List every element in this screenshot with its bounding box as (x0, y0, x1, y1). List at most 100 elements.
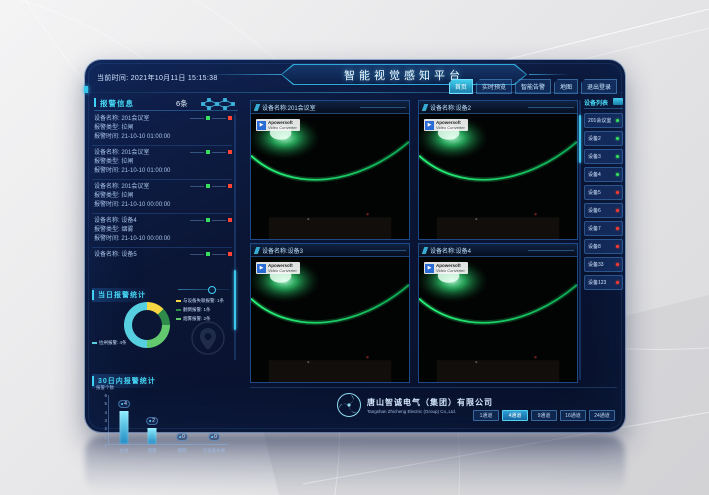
channel-9-button[interactable]: 9通道 (531, 410, 557, 421)
device-list-item[interactable]: 设备7 (584, 221, 623, 236)
y-tick: 1 (98, 435, 107, 440)
slash-icon (422, 247, 429, 254)
device-name: 设备7 (588, 225, 601, 232)
device-list-item[interactable]: 设备5 (584, 185, 623, 200)
status-dot (616, 263, 619, 266)
legend-chip (92, 342, 97, 344)
section-accent-bar (94, 98, 96, 107)
device-list-item[interactable]: 设备33 (584, 257, 623, 272)
today-alarm-title: 当日报警统计 (92, 288, 152, 302)
footer: 唐山智诚电气（集团）有限公司 Tangshan Zhicheng Electri… (250, 387, 617, 427)
header-divider (85, 92, 625, 93)
status-dot (616, 173, 619, 176)
device-list-panel: 设备列表 201会议室 设备2 设备3 设备4 设备5 设备6 设备7 设备8 … (584, 96, 623, 290)
video-tile[interactable]: 设备名称:设备4 ▶ (418, 243, 578, 383)
device-list-item[interactable]: 设备6 (584, 203, 623, 218)
device-name: 设备2 (588, 135, 601, 142)
today-alarm-donut (124, 302, 170, 348)
device-list-item[interactable]: 设备8 (584, 239, 623, 254)
desktop-background: 当前时间: 2021年10月11日 15:15:38 智能视觉感知平台 首页 实… (0, 0, 709, 495)
company-block: 唐山智诚电气（集团）有限公司 Tangshan Zhicheng Electri… (336, 392, 493, 418)
device-list-item[interactable]: 设备2 (584, 131, 623, 146)
device-name: 设备5 (588, 189, 601, 196)
video-feed[interactable]: ▶ Apowersoft Video Converter (419, 257, 577, 382)
bar (120, 411, 129, 444)
device-list-item[interactable]: 设备3 (584, 149, 623, 164)
x-tick: 拉闸 (120, 448, 129, 454)
channel-switcher: 1通道 4通道 9通道 16通道 24通道 (473, 410, 615, 421)
company-name-cn: 唐山智诚电气（集团）有限公司 (367, 397, 493, 408)
alarm-card[interactable]: 设备名称: 设备5 (92, 248, 232, 261)
y-tick: 0 (98, 443, 107, 448)
converter-icon: ▶ (425, 121, 434, 130)
device-items: 201会议室 设备2 设备3 设备4 设备5 设备6 设备7 设备8 设备33 … (584, 113, 623, 290)
legend-label: 拉闸报警: 4条 (99, 340, 127, 346)
aurora-graphic (419, 257, 577, 382)
video-feed[interactable]: ▶ Apowersoft Video Converter (251, 114, 409, 239)
video-tile-header: 设备名称:设备2 (419, 101, 577, 114)
status-dot (616, 191, 619, 194)
y-tick: 3 (98, 418, 107, 423)
y-tick: 2 (98, 426, 107, 431)
video-tile-label: 设备名称:201会议室 (262, 103, 316, 112)
status-dot (616, 119, 619, 122)
status-dot (616, 227, 619, 230)
device-name: 设备8 (588, 243, 601, 250)
bar-column: 4 拉闸 (113, 395, 135, 444)
alarm-time: 报警时间: 21-10-10 00:00:00 (94, 235, 232, 244)
video-tile[interactable]: 设备名称:201会议室 ▶ (250, 100, 410, 240)
video-feed[interactable]: ▶ Apowersoft Video Converter (251, 257, 409, 382)
device-list-action-button[interactable] (613, 98, 623, 105)
bar-chart-plot: 6 5 4 3 2 1 0 4 拉闸 2 烟雾 (108, 395, 228, 445)
device-list-scrollbar[interactable] (579, 100, 581, 380)
channel-1-button[interactable]: 1通道 (473, 410, 499, 421)
bar-chart-ylabel: 报警个数 (96, 385, 114, 391)
watermark-line2: Video Converter (436, 125, 465, 130)
title-wing-line (529, 74, 569, 75)
sidebar-scrollbar[interactable] (234, 114, 236, 360)
x-tick: 翻倒 (178, 448, 187, 454)
video-tile[interactable]: 设备名称:设备2 ▶ (418, 100, 578, 240)
video-watermark: ▶ Apowersoft Video Converter (424, 119, 468, 131)
video-tile-label: 设备名称:设备3 (262, 246, 303, 255)
device-list-item[interactable]: 201会议室 (584, 113, 623, 128)
bar-value-pill: 2 (146, 417, 158, 425)
video-watermark: ▶ Apowersoft Video Converter (256, 119, 300, 131)
status-dot (616, 209, 619, 212)
alarm-card[interactable]: 设备名称: 201会议室 报警类型: 拉闸 报警时间: 21-10-10 01:… (92, 146, 232, 180)
alarm-card[interactable]: 设备名称: 201会议室 报警类型: 拉闸 报警时间: 21-10-10 00:… (92, 180, 232, 214)
legend-item: 与设备失联报警: 1条 (176, 298, 224, 304)
alarm-list: 设备名称: 201会议室 报警类型: 拉闸 报警时间: 21-10-10 01:… (92, 112, 232, 261)
alarm-card[interactable]: 设备名称: 设备4 报警类型: 烟雾 报警时间: 21-10-10 00:00:… (92, 214, 232, 248)
title-wing-line (203, 74, 281, 75)
status-dot (616, 281, 619, 284)
video-tile[interactable]: 设备名称:设备3 ▶ (250, 243, 410, 383)
alarm-type: 报警类型: 拉闸 (94, 124, 232, 133)
alarm-card[interactable]: 设备名称: 201会议室 报警类型: 拉闸 报警时间: 21-10-10 01:… (92, 112, 232, 146)
y-tick: 6 (98, 393, 107, 398)
device-list-item[interactable]: 设备4 (584, 167, 623, 182)
legend-chip (176, 309, 181, 311)
channel-4-button[interactable]: 4通道 (502, 410, 528, 421)
legend-label: 翻倒报警: 1条 (183, 307, 211, 313)
channel-16-button[interactable]: 16通道 (560, 410, 586, 421)
watermark-line2: Video Converter (268, 268, 297, 273)
device-list-item[interactable]: 设备123 (584, 275, 623, 290)
y-tick: 4 (98, 410, 107, 415)
today-alarm-section: 当日报警统计 与设备失联报警: 1条 翻倒报警: 1条 (92, 284, 232, 368)
device-list-header: 设备列表 (584, 96, 623, 109)
alarm-section-header: 报警信息 6条 (94, 96, 238, 111)
scrollbar-thumb[interactable] (234, 270, 236, 330)
video-tile-label: 设备名称:设备4 (430, 246, 471, 255)
bar-value: 0 (214, 434, 217, 440)
bar-value-pill: 0 (208, 433, 220, 441)
slash-icon (254, 104, 261, 111)
channel-24-button[interactable]: 24通道 (589, 410, 615, 421)
video-feed[interactable]: ▶ Apowersoft Video Converter (419, 114, 577, 239)
bar-column: 0 翻倒 (171, 395, 193, 444)
alarm-type: 报警类型: 拉闸 (94, 158, 232, 167)
video-tile-label: 设备名称:设备2 (430, 103, 471, 112)
bar-value-pill: 4 (118, 400, 130, 408)
slash-icon (422, 104, 429, 111)
scrollbar-thumb[interactable] (579, 115, 581, 163)
